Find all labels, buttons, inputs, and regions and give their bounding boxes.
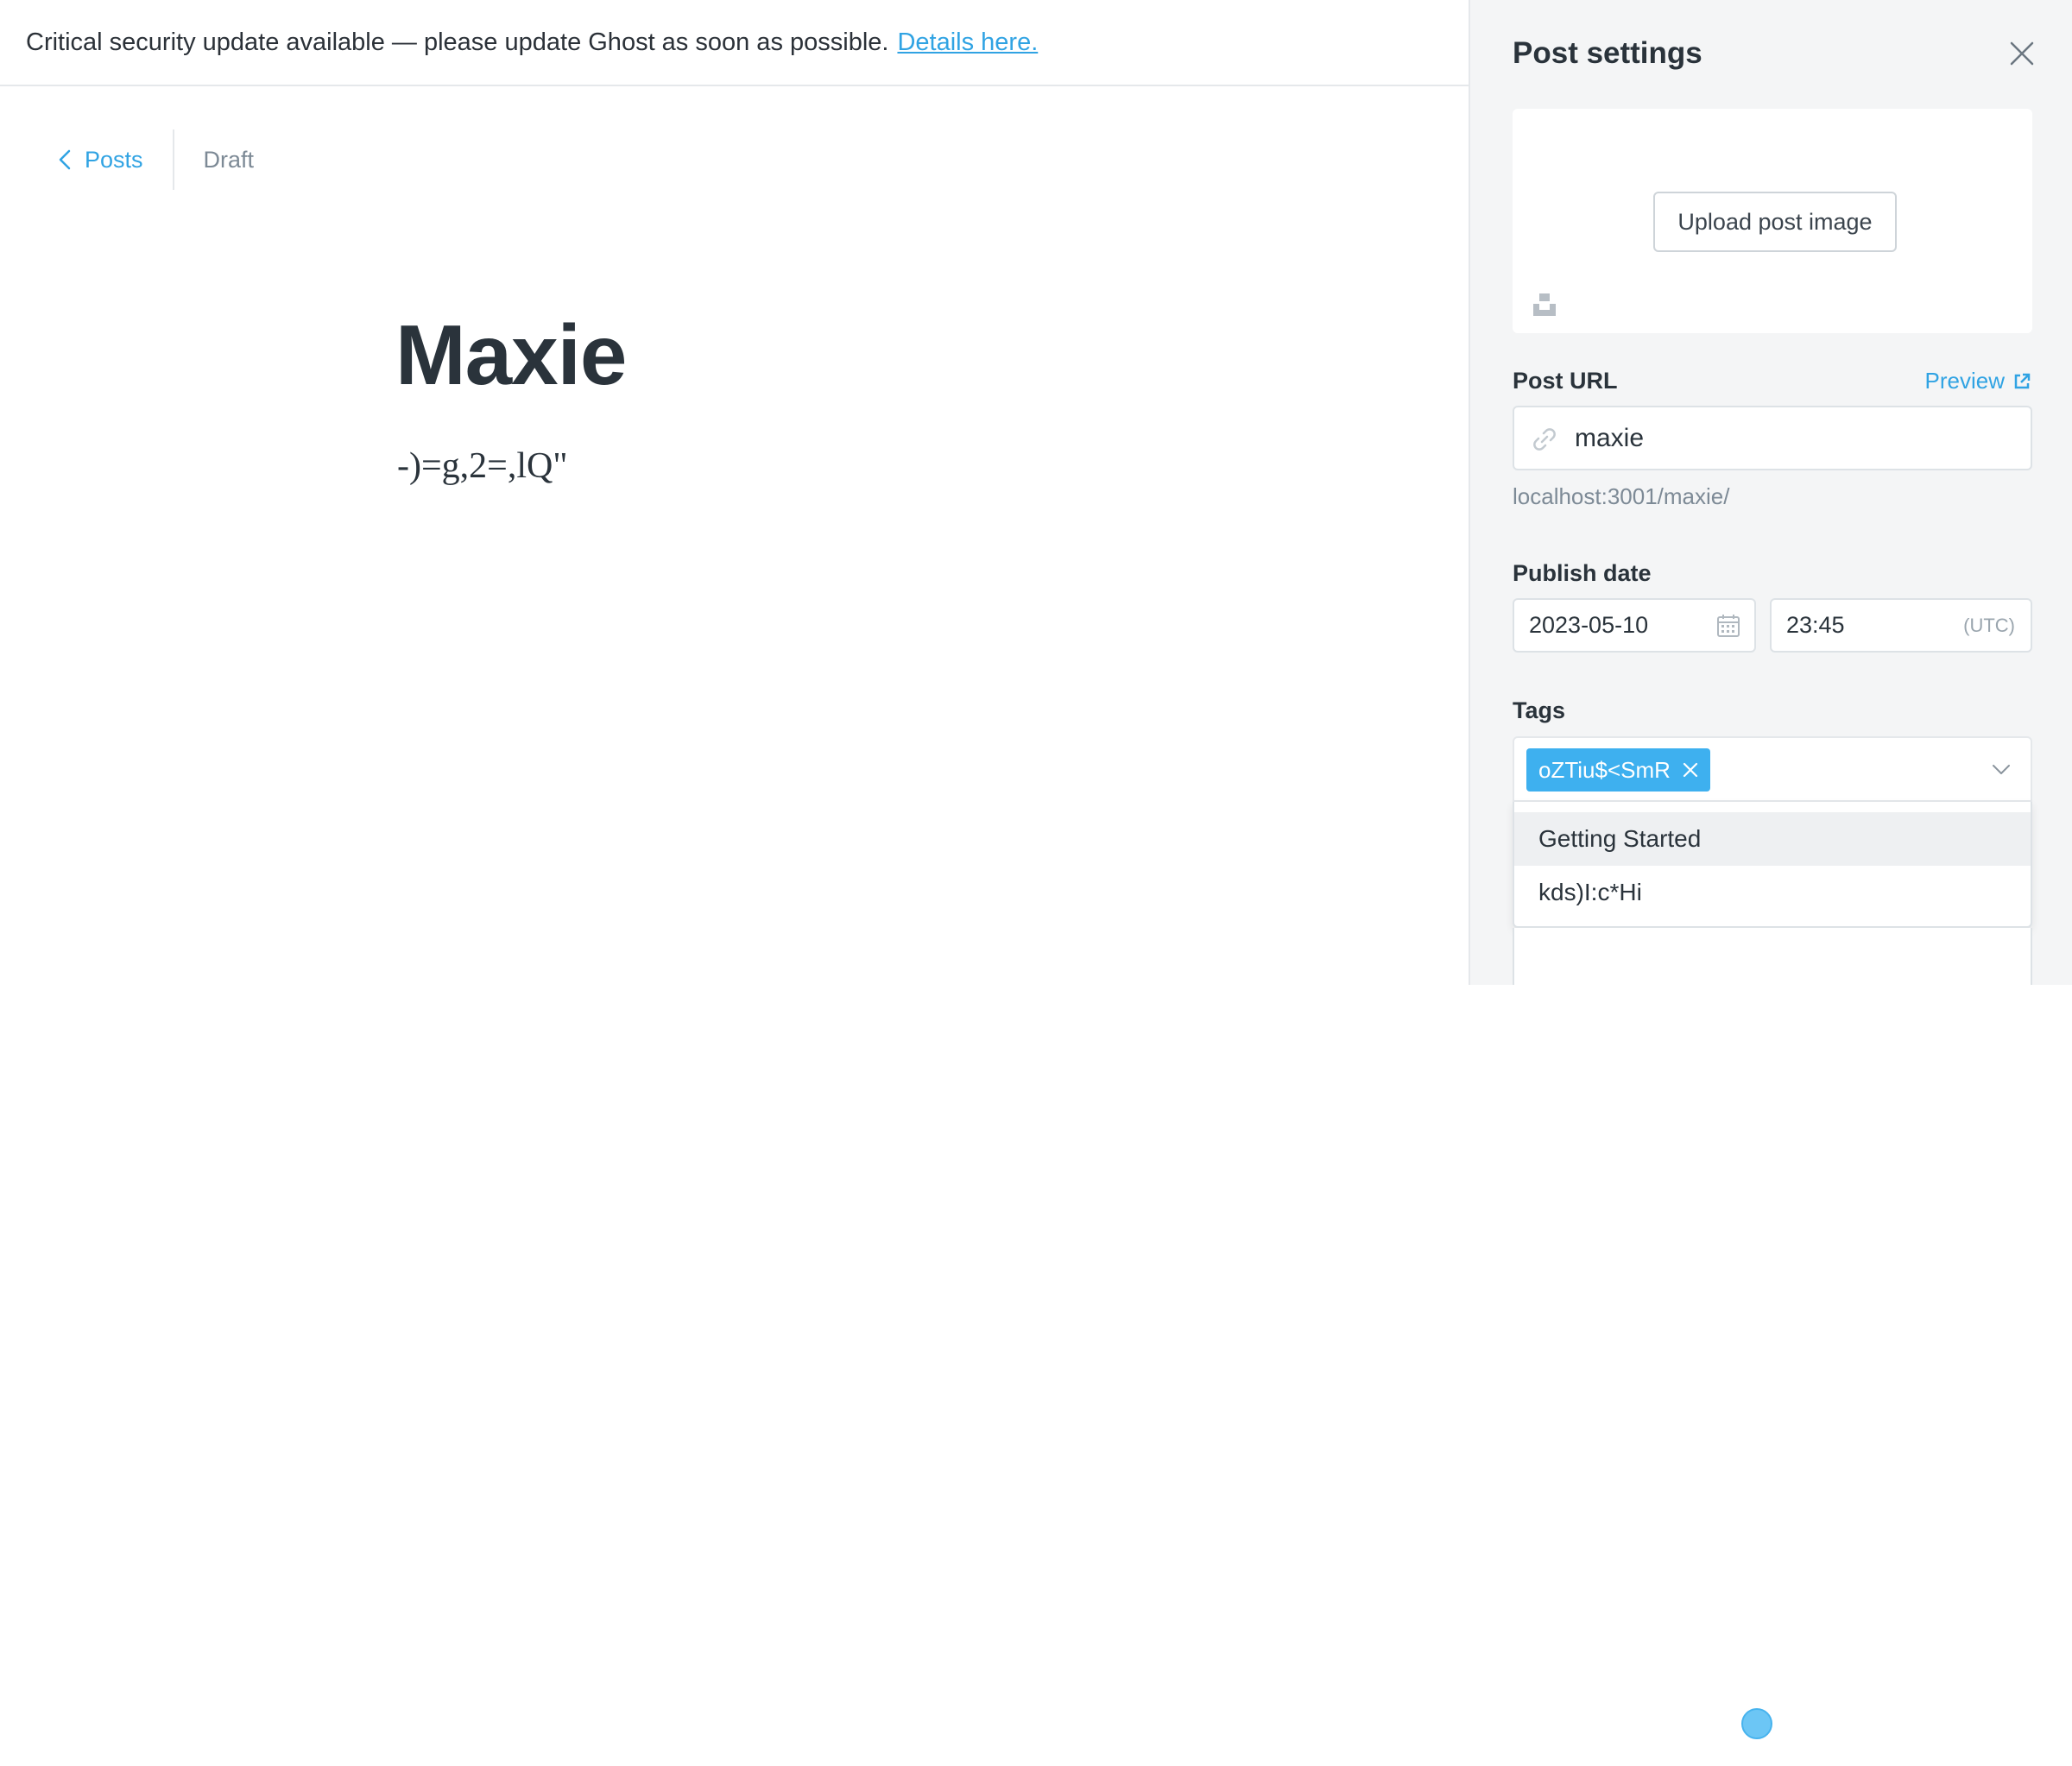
- back-to-posts-link[interactable]: Posts: [59, 147, 173, 173]
- unsplash-icon[interactable]: [1532, 292, 1557, 318]
- publish-date-value: 2023-05-10: [1529, 612, 1649, 638]
- panel-title: Post settings: [1513, 36, 1702, 70]
- post-url-value: maxie: [1575, 423, 1645, 452]
- tag-chip: oZTiu$<SmR: [1526, 748, 1710, 792]
- close-icon: [1683, 762, 1698, 778]
- publish-date-input[interactable]: 2023-05-10: [1513, 598, 1756, 653]
- tag-chip-label: oZTiu$<SmR: [1538, 756, 1671, 783]
- editor-area: Critical security update available — ple…: [0, 0, 1469, 985]
- tags-dropdown: Getting Started kds)I:c*Hi: [1513, 802, 2032, 928]
- external-link-icon: [2014, 373, 2031, 388]
- tags-option-getting-started[interactable]: Getting Started: [1514, 812, 2031, 866]
- preview-label: Preview: [1924, 368, 2005, 394]
- close-icon[interactable]: [2006, 38, 2037, 69]
- post-url-input[interactable]: maxie: [1513, 406, 2032, 470]
- banner-message: Critical security update available — ple…: [26, 28, 889, 56]
- breadcrumb-divider: [172, 129, 174, 190]
- preview-link[interactable]: Preview: [1925, 368, 2031, 394]
- upload-post-image-button[interactable]: Upload post image: [1653, 192, 1897, 252]
- post-status: Draft: [203, 146, 255, 173]
- timezone-label: (UTC): [1963, 614, 2015, 636]
- publish-time-value: 23:45: [1786, 612, 1845, 638]
- post-settings-panel: Post settings Upload post image Post URL…: [1469, 0, 2072, 985]
- chevron-down-icon[interactable]: [1991, 759, 2012, 779]
- tags-label: Tags: [1513, 697, 1566, 723]
- mouse-cursor-indicator: [1741, 1708, 1772, 1739]
- tags-input[interactable]: oZTiu$<SmR: [1513, 736, 2032, 802]
- post-image-dropzone[interactable]: Upload post image: [1513, 109, 2032, 333]
- tags-option-kds[interactable]: kds)I:c*Hi: [1514, 866, 2031, 919]
- back-to-posts-label: Posts: [85, 146, 143, 173]
- breadcrumb: Posts Draft: [59, 129, 254, 190]
- publish-date-label: Publish date: [1513, 560, 1652, 586]
- post-body[interactable]: -)=g,2=,lQ": [397, 445, 568, 487]
- remove-tag-button[interactable]: [1683, 762, 1698, 778]
- chevron-left-icon: [59, 149, 71, 170]
- banner-details-link[interactable]: Details here.: [897, 28, 1038, 57]
- post-title[interactable]: Maxie: [395, 312, 627, 397]
- calendar-icon[interactable]: [1716, 614, 1740, 638]
- link-icon: [1533, 428, 1556, 451]
- panel-next-field: [1513, 928, 2032, 985]
- post-url-hint: localhost:3001/maxie/: [1513, 483, 1730, 509]
- post-url-label: Post URL: [1513, 368, 1618, 394]
- security-update-banner: Critical security update available — ple…: [0, 0, 1469, 86]
- publish-time-input[interactable]: 23:45 (UTC): [1770, 598, 2032, 653]
